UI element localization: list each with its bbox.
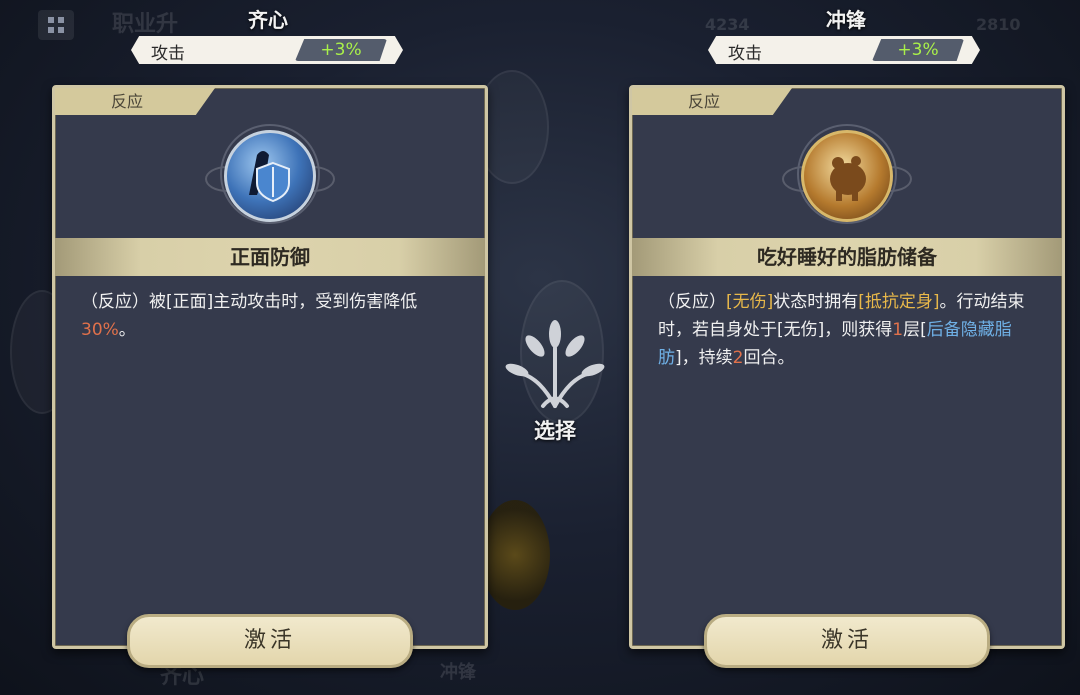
stat-value: +3% bbox=[295, 39, 387, 61]
stat-label: 攻击 bbox=[151, 44, 185, 64]
skill-name-band: 吃好睡好的脂肪储备 bbox=[632, 238, 1062, 276]
skill-name: 正面防御 bbox=[230, 245, 310, 269]
left-option-title: 齐心 bbox=[248, 8, 288, 32]
right-option-title: 冲锋 bbox=[826, 8, 866, 32]
select-label: 选择 bbox=[534, 419, 576, 443]
skill-description: （反应）被[正面]主动攻击时，受到伤害降低30%。 bbox=[81, 292, 418, 340]
back-button[interactable] bbox=[38, 10, 74, 40]
tree-emblem-icon bbox=[505, 320, 605, 408]
skill-name: 吃好睡好的脂肪储备 bbox=[757, 245, 937, 269]
activate-button[interactable]: 激活 bbox=[127, 614, 413, 668]
card-type-tag: 反应 bbox=[632, 88, 792, 115]
right-stat-bar: 攻击 +3% bbox=[708, 36, 980, 64]
grid-icon bbox=[48, 17, 64, 33]
bg-tab-label: 冲锋 bbox=[440, 662, 476, 683]
skill-name-band: 正面防御 bbox=[55, 238, 485, 276]
right-skill-card[interactable]: 反应 吃好睡好的脂肪储备 （反应）[无伤]状态时拥有[抵抗定身]。行动结束时，若… bbox=[629, 85, 1065, 668]
shield-icon bbox=[224, 130, 316, 222]
card-type-tag: 反应 bbox=[55, 88, 215, 115]
stat-value: +3% bbox=[872, 39, 964, 61]
pig-icon bbox=[801, 130, 893, 222]
left-stat-bar: 攻击 +3% bbox=[131, 36, 403, 64]
bg-number: 2810 bbox=[976, 15, 1021, 34]
skill-description: （反应）[无伤]状态时拥有[抵抗定身]。行动结束时，若自身处于[无伤]，则获得1… bbox=[658, 292, 1025, 368]
activate-button[interactable]: 激活 bbox=[704, 614, 990, 668]
stat-label: 攻击 bbox=[728, 44, 762, 64]
bg-decor-gold-circle bbox=[480, 500, 550, 610]
left-skill-card[interactable]: 反应 正面防御 （反应）被[正面]主动攻击时，受到伤害降低30%。 激活 bbox=[52, 85, 488, 668]
